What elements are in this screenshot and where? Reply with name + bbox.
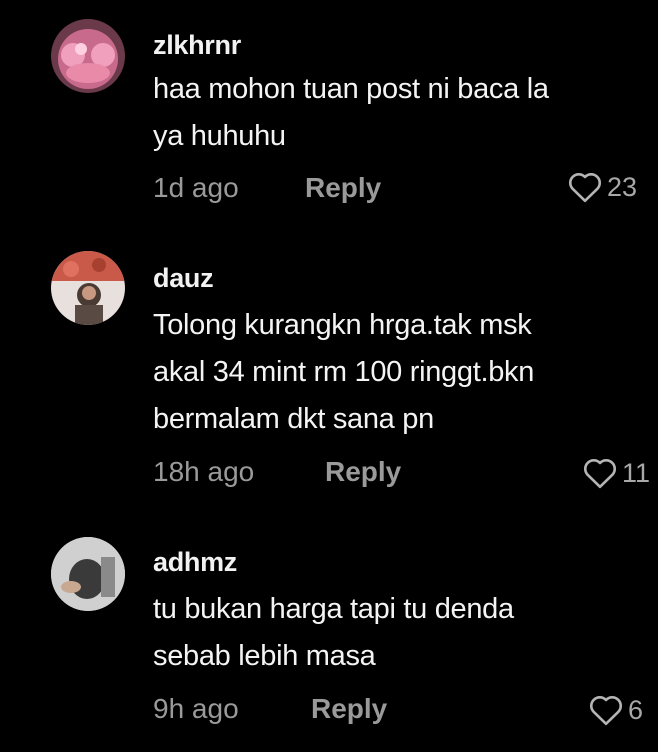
- timestamp: 9h ago: [153, 693, 239, 724]
- comment-text-line: tu bukan harga tapi tu denda: [153, 593, 514, 625]
- avatar[interactable]: [51, 19, 125, 93]
- like-count: 6: [628, 694, 644, 725]
- reply-button[interactable]: Reply: [325, 456, 401, 488]
- avatar-image: [51, 19, 125, 93]
- username[interactable]: adhmz: [153, 547, 237, 578]
- like-button[interactable]: 11: [582, 457, 650, 489]
- comment-text-line: haa mohon tuan post ni baca la: [153, 73, 549, 105]
- heart-outline-icon: [582, 457, 618, 489]
- heart-outline-icon: [567, 171, 603, 203]
- like-count: 11: [622, 457, 651, 488]
- like-count: 23: [607, 171, 638, 202]
- comment-text: Tolong kurangkn hrga.tak msk akal 34 min…: [153, 302, 633, 443]
- comment-text: tu bukan harga tapi tu denda sebab lebih…: [153, 586, 633, 680]
- comment-text-line: bermalam dkt sana pn: [153, 403, 434, 435]
- comment-text-line: akal 34 mint rm 100 ringgt.bkn: [153, 356, 535, 388]
- comment-text-line: sebab lebih masa: [153, 640, 376, 672]
- timestamp: 18h ago: [153, 456, 255, 487]
- avatar[interactable]: [51, 251, 125, 325]
- username[interactable]: zlkhrnr: [153, 30, 241, 61]
- avatar-image: [51, 537, 125, 611]
- like-button[interactable]: 23: [567, 171, 637, 203]
- comment-text: haa mohon tuan post ni baca la ya huhuhu: [153, 66, 633, 160]
- like-button[interactable]: 6: [588, 694, 643, 726]
- timestamp: 1d ago: [153, 172, 239, 203]
- heart-outline-icon: [588, 694, 624, 726]
- comment-text-line: ya huhuhu: [153, 120, 286, 152]
- reply-button[interactable]: Reply: [305, 172, 381, 204]
- avatar-image: [51, 251, 125, 325]
- reply-button[interactable]: Reply: [311, 693, 387, 725]
- avatar[interactable]: [51, 537, 125, 611]
- comment-text-line: Tolong kurangkn hrga.tak msk: [153, 309, 532, 341]
- username[interactable]: dauz: [153, 263, 214, 294]
